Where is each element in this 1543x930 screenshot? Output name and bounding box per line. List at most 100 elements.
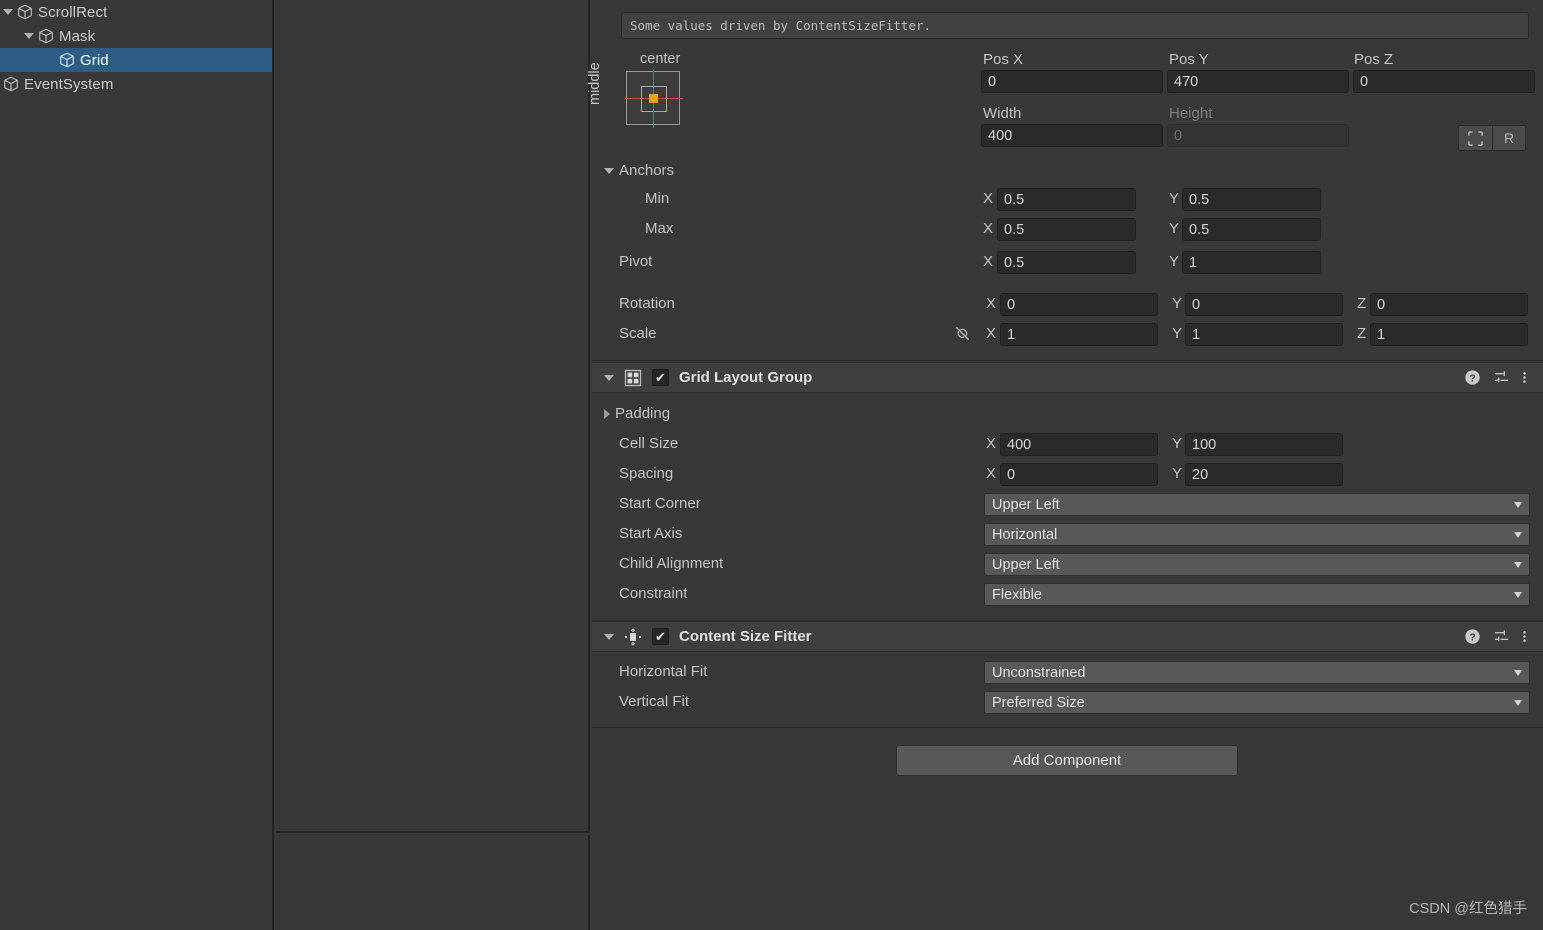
anchor-max-x-axis: X [983,220,994,237]
scale-x-field[interactable]: 1 [1000,323,1158,346]
anchor-min-x-field[interactable]: 0.5 [997,188,1136,211]
pos-z-field[interactable]: 0 [1353,70,1535,93]
rotation-x-axis: X [986,295,997,312]
spacing-label: Spacing [619,465,674,482]
horizontal-fit-label: Horizontal Fit [619,663,708,680]
cube-icon [39,28,53,44]
scale-y-axis: Y [1172,325,1183,342]
cell-size-y-axis: Y [1172,435,1183,452]
chevron-down-icon[interactable] [604,633,614,640]
anchor-min-x-value: 0.5 [1004,191,1025,208]
rotation-x-value: 0 [1007,296,1016,313]
cell-size-y-field[interactable]: 100 [1185,433,1343,456]
add-component-button[interactable]: Add Component [896,745,1238,776]
blueprint-icon [1468,130,1483,146]
child-alignment-value: Upper Left [992,556,1060,573]
start-corner-dropdown[interactable]: Upper Left [984,493,1530,516]
info-message-text: Some values driven by ContentSizeFitter. [630,18,932,33]
blueprint-mode-button[interactable] [1458,125,1492,151]
start-axis-value: Horizontal [992,526,1058,543]
scale-y-field[interactable]: 1 [1185,323,1343,346]
spacing-y-field[interactable]: 20 [1185,463,1343,486]
scale-y-value: 1 [1192,326,1201,343]
rotation-x-field[interactable]: 0 [1000,293,1158,316]
width-label: Width [983,105,1022,122]
height-value: 0 [1174,127,1183,144]
more-options-icon[interactable] [1522,628,1527,645]
spacing-y-axis: Y [1172,465,1183,482]
anchor-preset-horizontal-label: center [640,51,681,67]
hierarchy-item-grid[interactable]: Grid [0,48,272,72]
hierarchy-item-label: ScrollRect [38,3,108,21]
project-view-panel[interactable] [276,835,590,930]
horizontal-fit-dropdown[interactable]: Unconstrained [984,661,1530,684]
watermark-text: CSDN @红色猎手 [1409,901,1527,917]
content-size-fitter-body: Horizontal Fit Unconstrained Vertical Fi… [592,653,1543,721]
chevron-down-icon [1514,531,1522,538]
rotation-y-field[interactable]: 0 [1185,293,1343,316]
pivot-y-field[interactable]: 1 [1182,251,1321,274]
anchor-max-x-field[interactable]: 0.5 [997,218,1136,241]
height-field: 0 [1167,124,1349,147]
child-alignment-label: Child Alignment [619,555,724,572]
cell-size-label: Cell Size [619,435,679,452]
grid-layout-group-header[interactable]: ✔ Grid Layout Group ? [592,362,1543,393]
center-panel-group [276,0,590,930]
hierarchy-item-eventsystem[interactable]: EventSystem [0,72,272,96]
start-axis-label: Start Axis [619,525,683,542]
spacing-x-field[interactable]: 0 [1000,463,1158,486]
constraint-dropdown[interactable]: Flexible [984,583,1530,606]
spacing-x-axis: X [986,465,997,482]
grid-layout-group-icon [624,369,642,386]
preset-settings-icon[interactable] [1493,369,1510,386]
hierarchy-item-scrollrect[interactable]: ScrollRect [0,0,272,24]
scale-z-value: 1 [1377,326,1386,343]
section-divider [592,727,1543,728]
anchor-max-y-axis: Y [1169,220,1180,237]
width-field[interactable]: 400 [981,124,1163,147]
scene-view-panel[interactable] [276,0,590,833]
anchors-foldout[interactable]: Anchors [604,162,674,179]
anchor-min-y-field[interactable]: 0.5 [1182,188,1321,211]
start-axis-dropdown[interactable]: Horizontal [984,523,1530,546]
scale-x-value: 1 [1007,326,1016,343]
hierarchy-item-mask[interactable]: Mask [0,24,272,48]
inspector-panel: Some values driven by ContentSizeFitter.… [587,0,1543,930]
chevron-down-icon[interactable] [604,374,614,381]
cell-size-x-field[interactable]: 400 [1000,433,1158,456]
broken-link-icon [955,326,970,341]
scale-z-axis: Z [1357,325,1367,342]
content-size-fitter-enabled-checkbox[interactable]: ✔ [652,628,669,645]
child-alignment-dropdown[interactable]: Upper Left [984,553,1530,576]
help-icon[interactable]: ? [1464,369,1481,386]
scale-unlink-icon[interactable] [954,325,971,347]
anchor-min-y-axis: Y [1169,190,1180,207]
constraint-label: Constraint [619,585,688,602]
anchor-max-y-field[interactable]: 0.5 [1182,218,1321,241]
padding-label: Padding [615,405,671,422]
pos-y-field[interactable]: 470 [1167,70,1349,93]
padding-foldout[interactable]: Padding [604,405,670,422]
pos-z-value: 0 [1360,73,1369,90]
rotation-z-field[interactable]: 0 [1370,293,1528,316]
chevron-down-icon [604,167,614,174]
more-options-icon[interactable] [1522,369,1527,386]
preset-settings-icon[interactable] [1493,628,1510,645]
anchor-max-y-value: 0.5 [1189,221,1210,238]
vertical-fit-dropdown[interactable]: Preferred Size [984,691,1530,714]
expand-arrow-icon[interactable] [21,24,37,48]
anchor-preset-widget[interactable]: center middle [587,51,730,131]
raw-edit-mode-button[interactable]: R [1492,125,1526,151]
pivot-y-axis: Y [1169,253,1180,270]
cube-icon [4,76,18,92]
help-icon[interactable]: ? [1464,628,1481,645]
rect-transform-section: center middle Pos X Pos Y Pos Z 0 470 0 … [587,45,1543,350]
pivot-x-field[interactable]: 0.5 [997,251,1136,274]
grid-layout-group-enabled-checkbox[interactable]: ✔ [652,369,669,386]
pos-x-field[interactable]: 0 [981,70,1163,93]
pos-x-value: 0 [988,73,997,90]
cell-size-x-value: 400 [1007,436,1032,453]
scale-z-field[interactable]: 1 [1370,323,1528,346]
expand-arrow-icon[interactable] [0,0,16,24]
content-size-fitter-header[interactable]: ✔ Content Size Fitter ? [592,621,1543,652]
